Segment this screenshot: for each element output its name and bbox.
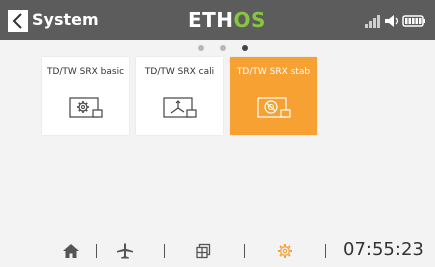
ethos-logo: ETHOS <box>188 8 266 32</box>
tile-label: TD/TW SRX basic <box>46 67 125 77</box>
gear-icon <box>69 97 103 118</box>
model-grid-icon[interactable] <box>196 242 212 260</box>
tile-td-tw-srx-basic[interactable]: TD/TW SRX basic <box>42 57 129 135</box>
bottom-separator <box>244 244 245 258</box>
bottom-separator <box>325 244 326 258</box>
airplane-icon[interactable] <box>116 242 134 260</box>
page-indicator <box>195 43 255 53</box>
back-button[interactable] <box>8 10 28 32</box>
page-dot[interactable] <box>198 45 204 51</box>
clock: 07:55:23 <box>343 239 424 260</box>
status-icons <box>363 12 429 30</box>
home-icon[interactable] <box>62 242 80 260</box>
tile-td-tw-srx-stab[interactable]: TD/TW SRX stab <box>230 57 317 135</box>
page-dot[interactable] <box>220 45 226 51</box>
system-gear-icon[interactable] <box>276 242 294 260</box>
page-title: System <box>32 10 99 29</box>
stabilizer-icon <box>257 97 291 118</box>
bottom-separator <box>96 244 97 258</box>
calibration-icon <box>163 97 197 118</box>
battery-icon <box>402 15 425 27</box>
page-dot-active[interactable] <box>242 45 248 51</box>
tile-label: TD/TW SRX cali <box>144 67 215 77</box>
title-bar: System ETHOS <box>0 0 435 40</box>
tile-td-tw-srx-cali[interactable]: TD/TW SRX cali <box>136 57 223 135</box>
tile-label: TD/TW SRX stab <box>236 67 311 77</box>
chevron-left-icon <box>12 13 22 29</box>
volume-icon <box>385 15 399 27</box>
bottom-separator <box>164 244 165 258</box>
signal-icon <box>365 15 380 28</box>
bottom-bar: 07:55:23 <box>0 232 435 267</box>
